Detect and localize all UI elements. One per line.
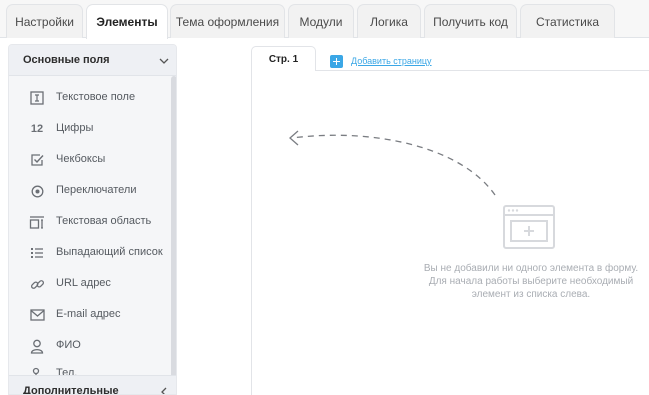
- link-icon: [29, 276, 45, 292]
- empty-state-message: Вы не добавили ни одного элемента в форм…: [405, 262, 649, 301]
- tab-label: Модули: [299, 14, 343, 29]
- field-item-email[interactable]: E-mail адрес: [9, 300, 173, 330]
- section-title: Основные поля: [23, 54, 110, 66]
- user-icon: [29, 338, 45, 354]
- tab-label: Логика: [370, 14, 408, 29]
- field-item-url[interactable]: URL адрес: [9, 269, 173, 299]
- tab-modules[interactable]: Модули: [288, 4, 354, 38]
- field-label: Выпадающий список: [56, 246, 163, 258]
- field-item-textarea[interactable]: Текстовая область: [9, 207, 173, 237]
- field-label: Текстовая область: [56, 215, 152, 227]
- field-item-dropdown[interactable]: Выпадающий список: [9, 238, 173, 268]
- field-label: Цифры: [56, 122, 94, 134]
- dashed-arrow-icon: [289, 130, 496, 196]
- field-label: URL адрес: [56, 277, 111, 289]
- tab-theme[interactable]: Тема оформления: [170, 4, 285, 38]
- field-item-text[interactable]: Текстовое поле: [9, 83, 173, 113]
- textarea-icon: [29, 214, 45, 230]
- plus-icon: [330, 54, 343, 68]
- field-item-checkboxes[interactable]: Чекбоксы: [9, 145, 173, 175]
- numbers-icon: 12: [30, 123, 44, 135]
- tab-label: Элементы: [96, 15, 158, 29]
- section-basic-fields[interactable]: Основные поля: [9, 45, 176, 76]
- chevron-down-icon: [159, 58, 169, 64]
- tab-label: Настройки: [15, 14, 74, 29]
- tab-label: Тема оформления: [175, 14, 280, 29]
- field-item-fullname[interactable]: ФИО: [9, 331, 173, 361]
- field-label: Текстовое поле: [56, 91, 136, 103]
- tab-logic[interactable]: Логика: [357, 4, 421, 38]
- top-tab-bar: Настройки Элементы Тема оформления Модул…: [0, 0, 649, 39]
- empty-state-line: Вы не добавили ни одного элемента в форм…: [423, 263, 639, 274]
- tab-label: Статистика: [535, 14, 600, 29]
- field-item-numbers[interactable]: 12 Цифры: [9, 114, 173, 144]
- tab-statistics[interactable]: Статистика: [520, 4, 615, 38]
- empty-state-line: Для начала работы выберите необходимый: [428, 276, 634, 287]
- list-icon: [29, 245, 45, 261]
- mail-icon: [29, 307, 45, 323]
- tab-label: Получить код: [433, 14, 508, 29]
- form-canvas[interactable]: [251, 70, 649, 395]
- empty-form-icon: [503, 205, 555, 249]
- empty-state-line: элемент из списка слева.: [471, 289, 591, 300]
- field-label: E-mail адрес: [56, 308, 121, 320]
- field-item-radios[interactable]: Переключатели: [9, 176, 173, 206]
- radio-icon: [29, 183, 45, 199]
- field-label: Чекбоксы: [56, 153, 106, 165]
- tab-get-code[interactable]: Получить код: [424, 4, 517, 38]
- tab-page-1[interactable]: Стр. 1: [251, 46, 316, 71]
- section-extra-fields[interactable]: Дополнительные: [9, 375, 176, 395]
- fields-panel: Основные поля Текстовое поле 12 Цифры Че…: [8, 44, 177, 395]
- add-page-label: Добавить страницу: [351, 56, 432, 66]
- field-label: ФИО: [56, 339, 81, 351]
- tab-settings[interactable]: Настройки: [6, 4, 83, 38]
- checkbox-icon: [29, 152, 45, 168]
- add-page-button[interactable]: Добавить страницу: [330, 54, 432, 68]
- tab-elements[interactable]: Элементы: [86, 4, 168, 39]
- page-tab-label: Стр. 1: [268, 53, 299, 65]
- field-label: Переключатели: [56, 184, 137, 196]
- chevron-left-icon: [161, 387, 167, 394]
- text-field-icon: [29, 90, 45, 106]
- section-title: Дополнительные: [23, 385, 119, 395]
